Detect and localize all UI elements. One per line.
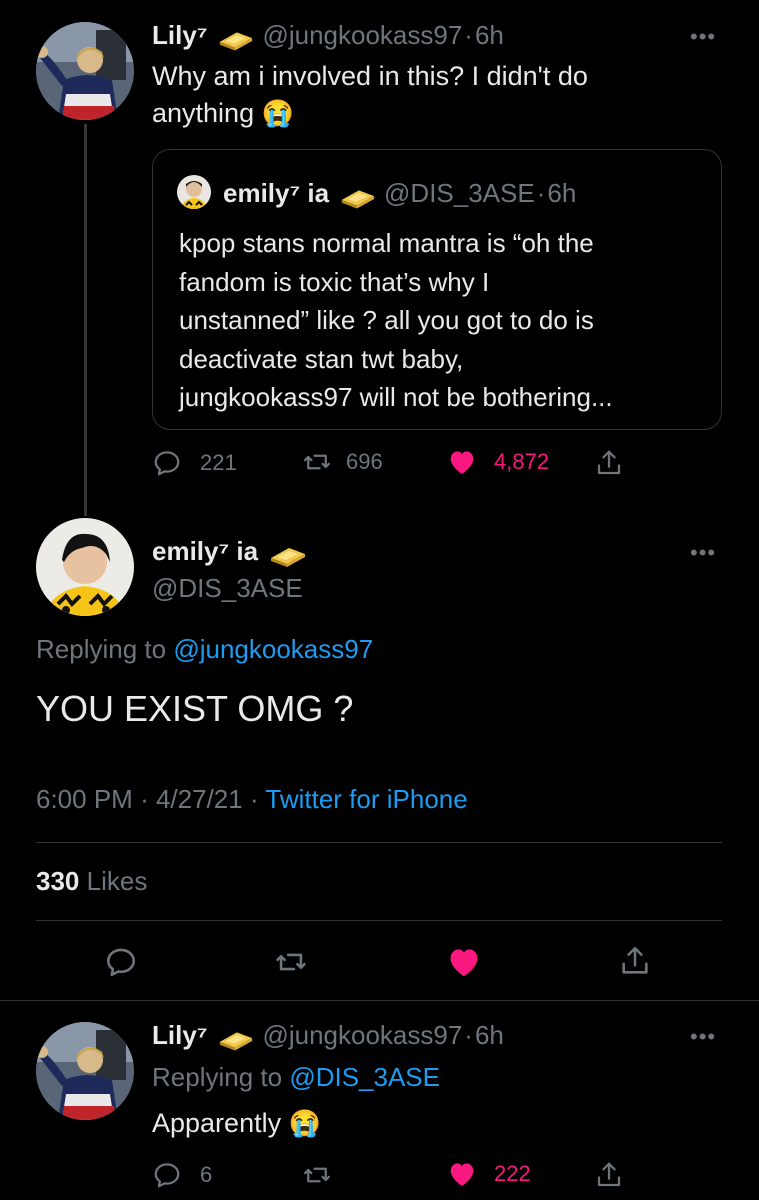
reply-replying-to: Replying to @DIS_3ASE — [152, 1062, 440, 1093]
more-icon[interactable]: ••• — [690, 26, 716, 48]
share-icon — [618, 944, 652, 978]
replying-to-link[interactable]: @jungkookass97 — [173, 634, 373, 664]
reply-count: 221 — [200, 450, 237, 475]
quote-line: jungkookass97 will not be bothering... — [179, 382, 613, 412]
replying-prefix: Replying to — [152, 1062, 283, 1092]
quote-line: fandom is toxic that’s why I — [179, 266, 490, 297]
tweet1-share-action[interactable] — [594, 448, 624, 478]
timestamp[interactable]: 6h — [475, 20, 504, 50]
reply-text: Apparently 😭 — [152, 1108, 321, 1139]
author-handle[interactable]: @jungkookass97 — [262, 20, 462, 50]
main-share-button[interactable] — [618, 944, 652, 978]
more-icon[interactable]: ••• — [690, 1026, 716, 1048]
heart-icon — [446, 446, 478, 478]
crying-emoji: 😭 — [288, 1108, 321, 1138]
share-icon — [594, 1160, 624, 1190]
avatar-lily[interactable] — [36, 1022, 134, 1120]
quote-line: kpop stans normal mantra is “oh the — [179, 228, 594, 258]
likes-label: Likes — [86, 866, 148, 896]
author-handle[interactable]: @jungkookass97 — [262, 1020, 462, 1050]
quote-author-handle: @DIS_3ASE — [384, 178, 535, 208]
quote-avatar — [177, 175, 211, 209]
author-name[interactable]: emily⁷ ia — [152, 536, 258, 566]
tweet-text-line: Why am i involved in this? I didn't do — [152, 61, 588, 91]
separator: · — [536, 178, 546, 208]
tweet1-reply-action[interactable]: 221 — [152, 448, 237, 478]
like-count: 4,872 — [494, 449, 550, 474]
heart-icon — [446, 1158, 478, 1190]
share-icon — [594, 448, 624, 478]
divider — [36, 842, 722, 843]
reply-icon — [152, 448, 182, 478]
tweet1-like-action[interactable]: 4,872 — [446, 446, 549, 478]
reply-share-action[interactable] — [594, 1160, 624, 1190]
reply-icon — [152, 1160, 182, 1190]
main-header: emily⁷ ia — [152, 536, 311, 568]
separator: · — [464, 20, 473, 50]
retweet-icon — [300, 1160, 334, 1190]
divider — [0, 1000, 759, 1001]
like-count: 222 — [494, 1161, 531, 1186]
reply-retweet-action[interactable] — [300, 1160, 334, 1190]
gold-bar-icon — [338, 186, 376, 210]
quote-tweet[interactable]: emily⁷ ia @DIS_3ASE·6h kpop stans normal… — [152, 149, 722, 430]
replying-prefix: Replying to — [36, 634, 167, 664]
likes-count: 330 — [36, 866, 80, 896]
main-tweet-text: YOU EXIST OMG ? — [36, 688, 354, 729]
separator: · — [464, 1020, 473, 1050]
tweet-text-line: anything — [152, 98, 255, 128]
main-retweet-button[interactable] — [272, 945, 310, 979]
reply-reply-action[interactable]: 6 — [152, 1160, 212, 1190]
tweet-date[interactable]: 4/27/21 — [156, 784, 243, 814]
timestamp[interactable]: 6h — [475, 1020, 504, 1050]
retweet-icon — [272, 945, 310, 979]
gold-bar-icon — [216, 28, 254, 52]
thread-line — [84, 124, 87, 516]
author-name[interactable]: Lily⁷ — [152, 1020, 208, 1050]
reply-like-action[interactable]: 222 — [446, 1158, 531, 1190]
main-reply-button[interactable] — [104, 945, 138, 979]
avatar-lily[interactable] — [36, 22, 134, 120]
more-icon[interactable]: ••• — [690, 542, 716, 564]
separator: · — [140, 784, 149, 814]
gold-bar-icon — [216, 1028, 254, 1052]
quote-line: deactivate stan twt baby, — [179, 343, 464, 374]
reply-text-content: Apparently — [152, 1108, 282, 1138]
tweet-time[interactable]: 6:00 PM — [36, 784, 133, 814]
reply-icon — [104, 945, 138, 979]
quote-timestamp: 6h — [547, 178, 577, 208]
heart-icon — [445, 943, 483, 981]
quote-header: emily⁷ ia @DIS_3ASE·6h — [223, 178, 576, 210]
crying-emoji: 😭 — [261, 98, 294, 128]
reply-count: 6 — [200, 1162, 213, 1187]
retweet-icon — [300, 447, 334, 477]
avatar-emily[interactable] — [36, 518, 134, 616]
quote-text: kpop stans normal mantra is “oh the fand… — [179, 224, 719, 417]
author-handle[interactable]: @DIS_3ASE — [152, 573, 303, 604]
gold-bar-icon — [267, 544, 307, 568]
tweet-source-link[interactable]: Twitter for iPhone — [265, 784, 467, 814]
quote-author-name: emily⁷ ia — [223, 178, 330, 208]
author-name[interactable]: Lily⁷ — [152, 20, 208, 50]
divider — [36, 920, 722, 921]
retweet-count: 696 — [346, 449, 383, 474]
tweet1-retweet-action[interactable]: 696 — [300, 447, 383, 477]
replying-to-link[interactable]: @DIS_3ASE — [289, 1062, 440, 1092]
tweet-meta: 6:00 PM · 4/27/21 · Twitter for iPhone — [36, 784, 468, 815]
reply-header: Lily⁷ @jungkookass97·6h — [152, 1020, 504, 1052]
quote-line: unstanned” like ? all you got to do is — [179, 305, 594, 335]
likes-stat[interactable]: 330 Likes — [36, 866, 147, 897]
replying-to: Replying to @jungkookass97 — [36, 634, 373, 665]
main-like-button[interactable] — [445, 943, 483, 981]
tweet1-text: Why am i involved in this? I didn't do a… — [152, 58, 712, 132]
separator: · — [249, 784, 259, 814]
tweet1-header: Lily⁷ @jungkookass97·6h — [152, 20, 504, 54]
